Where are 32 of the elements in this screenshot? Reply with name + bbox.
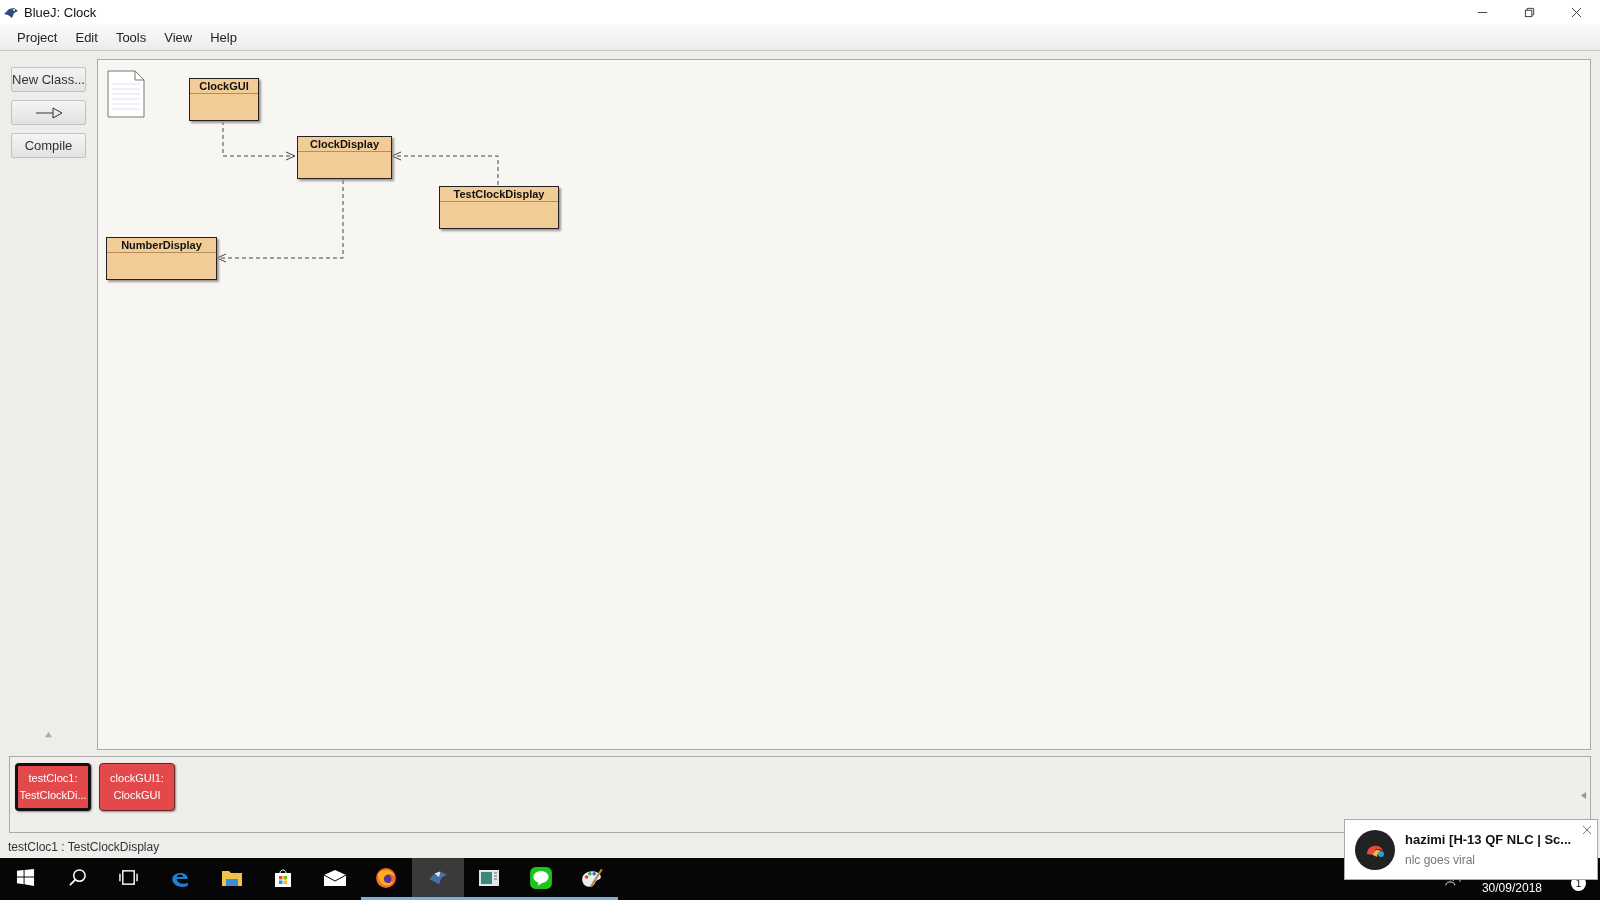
class-box[interactable]: NumberDisplay <box>106 237 217 280</box>
class-box[interactable]: TestClockDisplay <box>439 186 559 229</box>
date-text[interactable]: 30/09/2018 <box>1481 881 1542 895</box>
menu-item[interactable]: Help <box>201 30 246 45</box>
notification-toast[interactable]: hazimi [H-13 QF NLC | Sc... nlc goes viral <box>1344 819 1598 880</box>
class-box[interactable]: ClockDisplay <box>297 136 392 179</box>
bird-taskbar-button[interactable] <box>412 858 464 900</box>
status-text: testCloc1 : TestClockDisplay <box>7 839 160 856</box>
object-instance[interactable]: clockGUI1: ClockGUI <box>99 763 175 811</box>
window-title: BlueJ: Clock <box>24 5 97 20</box>
shopping-bag-icon <box>273 867 294 888</box>
windows-logo-icon <box>16 868 36 887</box>
menu-item[interactable]: Edit <box>66 30 107 45</box>
menu-item[interactable]: Project <box>8 30 67 45</box>
document-icon <box>478 868 501 887</box>
close-icon[interactable] <box>1582 825 1592 835</box>
notification-title: hazimi [H-13 QF NLC | Sc... <box>1405 832 1572 847</box>
compile-button[interactable]: Compile <box>11 133 86 158</box>
arrow-icon <box>34 106 63 119</box>
menu-item[interactable]: Tools <box>106 30 156 45</box>
avatar-icon <box>1355 829 1395 870</box>
task-view-icon <box>119 868 139 887</box>
search-icon <box>67 868 87 887</box>
object-instance[interactable]: testCloc1: TestClockDi... <box>15 763 91 811</box>
menu-item[interactable]: View <box>155 30 202 45</box>
new-class-button[interactable]: New Class... <box>11 67 86 92</box>
chat-bubble-icon <box>528 865 553 890</box>
class-box[interactable]: ClockGUI <box>189 78 259 121</box>
arrow-button[interactable] <box>11 100 86 125</box>
fox-globe-icon <box>375 866 398 889</box>
notification-message: nlc goes viral <box>1405 853 1477 867</box>
envelope-icon <box>322 868 347 887</box>
